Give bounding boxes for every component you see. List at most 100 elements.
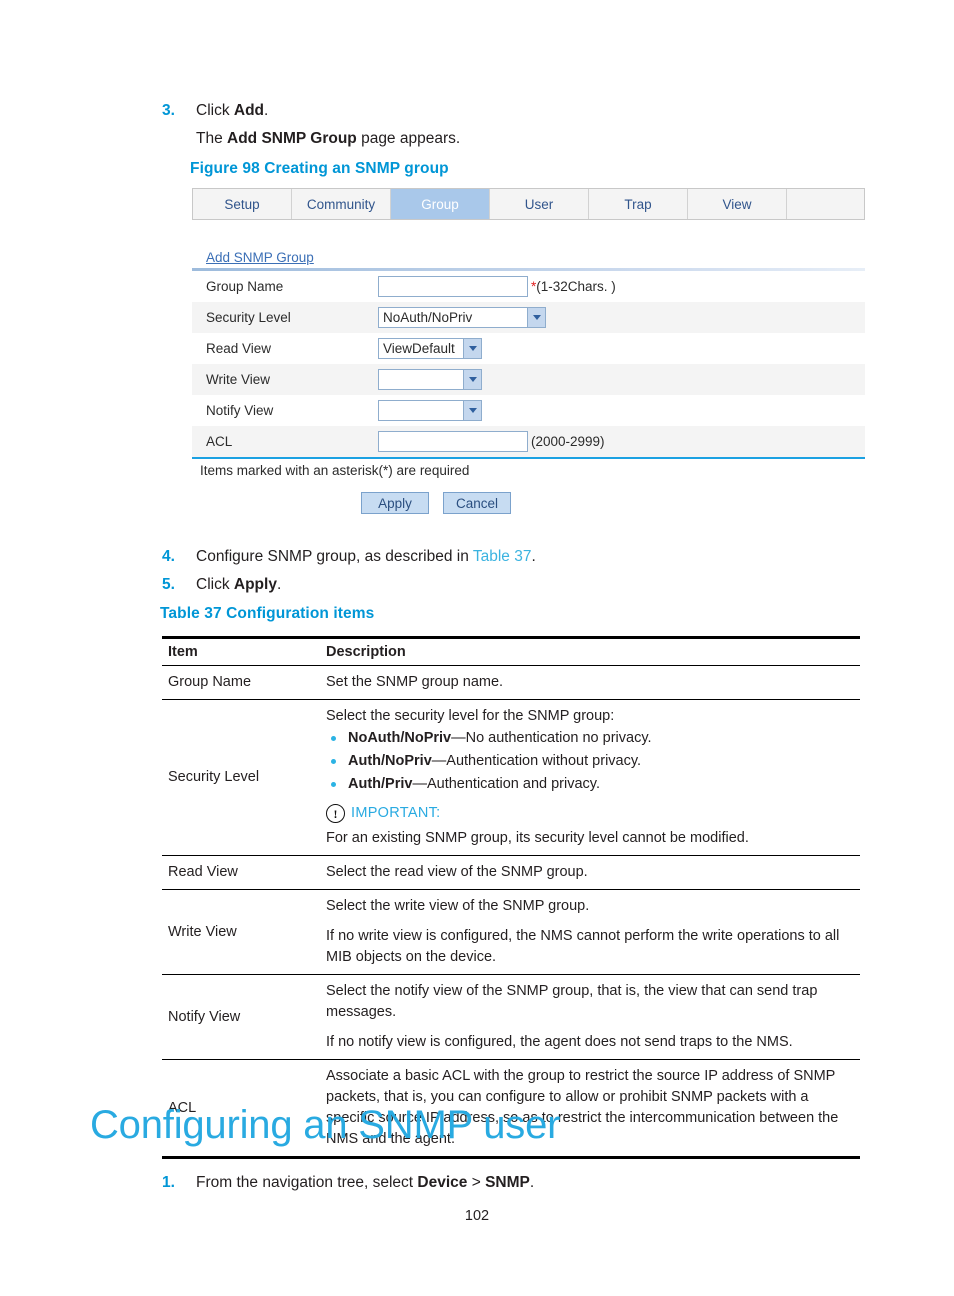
row-item-notify-view: Notify View xyxy=(162,974,320,1060)
row-item-security-level: Security Level xyxy=(162,699,320,856)
step-1-separator: > xyxy=(467,1174,486,1191)
read-view-select[interactable]: ViewDefault xyxy=(378,338,482,359)
list-item: Auth/NoPriv—Authentication without priva… xyxy=(326,750,856,773)
bullet-rest: —No authentication no privacy. xyxy=(451,730,652,746)
subline-text-after: page appears. xyxy=(356,130,461,147)
notify-view-select[interactable] xyxy=(378,400,482,421)
tab-view[interactable]: View xyxy=(688,189,787,219)
tab-community[interactable]: Community xyxy=(292,189,391,219)
label-read-view: Read View xyxy=(206,341,272,356)
form-row-security-level: Security Level NoAuth/NoPriv xyxy=(192,302,865,333)
row-desc-write-view: Select the write view of the SNMP group.… xyxy=(320,889,860,975)
step-1-bold-device: Device xyxy=(417,1174,468,1191)
tab-trap[interactable]: Trap xyxy=(589,189,688,219)
bullet-rest: —Authentication and privacy. xyxy=(412,776,600,792)
page-title: Configuring an SNMP user xyxy=(90,1103,561,1147)
document-page: 3. Click Add. The Add SNMP Group page ap… xyxy=(0,0,954,1296)
bullet-term: Auth/Priv xyxy=(348,776,413,792)
security-level-value: NoAuth/NoPriv xyxy=(383,310,473,325)
step-3-number: 3. xyxy=(162,102,175,119)
tab-bar: Setup Community Group User Trap View xyxy=(192,188,865,220)
chevron-down-icon[interactable] xyxy=(527,308,545,327)
step-4: 4. Configure SNMP group, as described in… xyxy=(162,546,536,567)
row-desc-notify-view: Select the notify view of the SNMP group… xyxy=(320,974,860,1060)
group-name-hint: *(1-32Chars. ) xyxy=(531,279,616,294)
step-5: 5. Click Apply. xyxy=(162,574,281,595)
add-snmp-group-panel: Add SNMP Group Group Name *(1-32Chars. )… xyxy=(192,250,865,514)
group-name-hint-text: (1-32Chars. ) xyxy=(536,279,616,294)
tab-user[interactable]: User xyxy=(490,189,589,219)
subline-text-before: The xyxy=(196,130,228,147)
row-desc-security-level: Select the security level for the SNMP g… xyxy=(320,699,860,856)
form-row-write-view: Write View xyxy=(192,364,865,395)
step-1-text-before: From the navigation tree, select xyxy=(196,1174,418,1191)
security-level-select[interactable]: NoAuth/NoPriv xyxy=(378,307,546,328)
write-view-desc-1: Select the write view of the SNMP group. xyxy=(326,898,590,914)
read-view-value: ViewDefault xyxy=(383,341,455,356)
form-row-read-view: Read View ViewDefault xyxy=(192,333,865,364)
row-item-read-view: Read View xyxy=(162,855,320,890)
label-notify-view: Notify View xyxy=(206,403,274,418)
chevron-glyph xyxy=(468,377,477,382)
figure-snmp-group-ui: Setup Community Group User Trap View Add… xyxy=(192,188,865,514)
table-head: Item Description xyxy=(162,636,860,666)
step-5-text-after: . xyxy=(276,576,282,593)
column-header-item: Item xyxy=(162,636,320,666)
label-write-view: Write View xyxy=(206,372,271,387)
step-3-subline: The Add SNMP Group page appears. xyxy=(196,128,460,149)
table-row: Read View Select the read view of the SN… xyxy=(162,855,860,890)
apply-button[interactable]: Apply xyxy=(361,492,429,514)
bullet-term: NoAuth/NoPriv xyxy=(348,730,452,746)
step-1-text: From the navigation tree, select Device … xyxy=(196,1172,534,1193)
chevron-glyph xyxy=(468,346,477,351)
cancel-button[interactable]: Cancel xyxy=(443,492,511,514)
table-header-row: Item Description xyxy=(162,636,860,666)
step-4-text-after: . xyxy=(531,548,536,565)
acl-input[interactable] xyxy=(378,431,528,452)
notify-view-desc-2: If no notify view is configured, the age… xyxy=(326,1034,793,1050)
table-37-link[interactable]: Table 37 xyxy=(473,548,532,565)
bullet-term: Auth/NoPriv xyxy=(348,753,432,769)
tab-setup[interactable]: Setup xyxy=(193,189,292,219)
row-desc-read-view: Select the read view of the SNMP group. xyxy=(320,855,860,890)
write-view-desc-2: If no write view is configured, the NMS … xyxy=(326,928,840,965)
step-3: 3. Click Add. xyxy=(162,100,268,121)
step-1-bold-snmp: SNMP xyxy=(485,1174,530,1191)
label-acl: ACL xyxy=(206,434,233,449)
step-1: 1. From the navigation tree, select Devi… xyxy=(162,1172,534,1193)
step-5-text-before: Click xyxy=(196,576,234,593)
important-note-header: ! IMPORTANT: xyxy=(326,803,856,824)
row-item-group-name: Group Name xyxy=(162,665,320,700)
step-1-text-after: . xyxy=(529,1174,535,1191)
step-5-bold: Apply xyxy=(233,576,277,593)
write-view-select[interactable] xyxy=(378,369,482,390)
tab-group[interactable]: Group xyxy=(391,189,490,219)
acl-hint: (2000-2999) xyxy=(531,434,605,449)
exclamation-circle-icon: ! xyxy=(326,804,345,823)
step-3-text: Click Add. xyxy=(196,100,268,121)
figure-caption: Figure 98 Creating an SNMP group xyxy=(190,160,449,177)
panel-title: Add SNMP Group xyxy=(206,250,314,265)
chevron-down-icon[interactable] xyxy=(463,401,481,420)
row-item-write-view: Write View xyxy=(162,889,320,975)
configuration-items-table: Item Description Group Name Set the SNMP… xyxy=(162,636,860,1159)
group-name-input[interactable] xyxy=(378,276,528,297)
important-label: IMPORTANT: xyxy=(351,805,441,821)
form-row-group-name: Group Name *(1-32Chars. ) xyxy=(192,271,865,302)
table-row: Security Level Select the security level… xyxy=(162,699,860,856)
chevron-glyph xyxy=(532,315,541,320)
chevron-down-icon[interactable] xyxy=(463,370,481,389)
chevron-glyph xyxy=(468,408,477,413)
tab-bar-filler xyxy=(787,189,864,219)
column-header-description: Description xyxy=(320,636,860,666)
row-desc-group-name: Set the SNMP group name. xyxy=(320,665,860,700)
security-level-bullet-list: NoAuth/NoPriv—No authentication no priva… xyxy=(326,727,856,796)
form-row-acl: ACL (2000-2999) xyxy=(192,426,865,457)
subline-bold: Add SNMP Group xyxy=(227,130,357,147)
important-note-text: For an existing SNMP group, its security… xyxy=(326,830,749,846)
step-5-number: 5. xyxy=(162,576,175,593)
panel-button-row: Apply Cancel xyxy=(192,492,865,514)
chevron-down-icon[interactable] xyxy=(463,339,481,358)
table-body: Group Name Set the SNMP group name. Secu… xyxy=(162,665,860,1159)
form-row-notify-view: Notify View xyxy=(192,395,865,426)
